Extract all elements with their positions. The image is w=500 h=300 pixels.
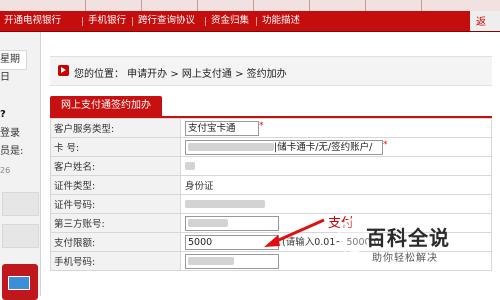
service-type-select[interactable]: 支付宝卡通 bbox=[185, 120, 259, 136]
id-type-value: 身份证 bbox=[180, 175, 492, 195]
form-row: 客户姓名: bbox=[50, 156, 492, 176]
tab-payment-signup[interactable]: 网上支付通签约加办 bbox=[50, 96, 162, 116]
left-sidebar: 星期日 ? 登录 员是: 26 bbox=[0, 32, 41, 300]
redacted-id-number bbox=[185, 200, 265, 208]
card-number-select[interactable]: |储卡通卡/无/签约账户/ bbox=[185, 139, 383, 155]
bank-card-promo[interactable] bbox=[2, 264, 38, 300]
required-mark: * bbox=[383, 139, 388, 150]
required-mark: * bbox=[259, 120, 264, 131]
form-value-cell bbox=[180, 156, 492, 176]
nav-separator bbox=[82, 17, 83, 26]
watermark-logo: 百科全说 助你轻松解决 bbox=[338, 218, 494, 268]
form-label: 客户服务类型: bbox=[50, 118, 181, 138]
form-row: 客户服务类型: 支付宝卡通 * bbox=[50, 118, 492, 138]
sidebar-panel[interactable] bbox=[2, 192, 39, 216]
form-label: 手机号码: bbox=[50, 251, 181, 271]
form-row: 证件类型: 身份证 bbox=[50, 175, 492, 195]
form-label: 卡 号: bbox=[50, 137, 181, 157]
form-label: 证件类型: bbox=[50, 175, 181, 195]
redacted-value bbox=[188, 143, 274, 151]
nav-return-button[interactable]: 返 bbox=[470, 11, 500, 31]
form-label: 第三方账号: bbox=[50, 213, 181, 233]
form-label: 证件号码: bbox=[50, 194, 181, 214]
watermark-title: 百科全说 bbox=[366, 226, 450, 250]
form-row: 证件号码: bbox=[50, 194, 492, 214]
form-value-cell: |储卡通卡/无/签约账户/ * bbox=[180, 137, 492, 157]
nav-item-interbank-query[interactable]: 跨行查询协议 bbox=[138, 11, 195, 31]
sidebar-mark: ? bbox=[0, 109, 6, 120]
main-nav-bar: 开通电视银行 手机银行 跨行查询协议 资金归集 功能描述 返 bbox=[0, 11, 500, 32]
nav-item-fund-collection[interactable]: 资金归集 bbox=[211, 11, 249, 31]
nav-separator bbox=[205, 17, 206, 26]
top-tab[interactable] bbox=[310, 0, 366, 11]
watermark-subtitle: 助你轻松解决 bbox=[372, 253, 438, 264]
redacted-account bbox=[188, 219, 228, 227]
location-arrow-icon bbox=[58, 65, 69, 76]
date-tab[interactable]: 星期日 bbox=[0, 50, 27, 83]
return-label: 返 bbox=[476, 17, 486, 28]
top-tab[interactable] bbox=[198, 0, 254, 11]
phone-number-input[interactable] bbox=[185, 253, 279, 269]
nav-item-mobile-banking[interactable]: 手机银行 bbox=[88, 11, 126, 31]
nav-item-function-description[interactable]: 功能描述 bbox=[262, 11, 300, 31]
form-row: 卡 号: |储卡通卡/无/签约账户/ * bbox=[50, 137, 492, 157]
card-number-text: |储卡通卡/无/签约账户/ bbox=[274, 141, 373, 153]
nav-separator bbox=[256, 17, 257, 26]
sidebar-panel[interactable] bbox=[2, 224, 39, 248]
top-tab[interactable] bbox=[86, 0, 142, 11]
form-label: 客户姓名: bbox=[50, 156, 181, 176]
sidebar-login-text: 登录 bbox=[0, 128, 20, 139]
top-tab[interactable] bbox=[142, 0, 198, 11]
card-icon bbox=[8, 276, 30, 290]
top-tab[interactable] bbox=[254, 0, 310, 11]
top-tab[interactable] bbox=[40, 0, 86, 11]
form-label: 支付限额: bbox=[50, 232, 181, 252]
redacted-phone bbox=[188, 257, 234, 265]
sidebar-time-text: 26 bbox=[0, 166, 11, 175]
form-value-cell: 支付宝卡通 * bbox=[180, 118, 492, 138]
top-tab[interactable] bbox=[366, 0, 422, 11]
form-value-cell bbox=[180, 194, 492, 214]
nav-separator bbox=[132, 17, 133, 26]
breadcrumb-text: 您的位置： 申请开办 > 网上支付通 > 签约加办 bbox=[74, 69, 287, 80]
breadcrumb: 您的位置： 申请开办 > 网上支付通 > 签约加办 bbox=[50, 56, 492, 86]
nav-item-tv-banking[interactable]: 开通电视银行 bbox=[4, 11, 61, 31]
redacted-name bbox=[185, 162, 195, 170]
annotation-arrow-icon bbox=[264, 218, 325, 247]
sidebar-user-text: 员是: bbox=[0, 146, 24, 157]
